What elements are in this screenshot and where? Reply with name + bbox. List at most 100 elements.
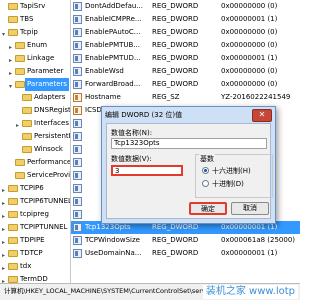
value-row[interactable]: EnableICMPRe... REG_DWORD 0x00000001 (1)	[71, 13, 300, 26]
tree-item[interactable]: ▸ TDPIPE	[0, 234, 70, 247]
tree-item[interactable]: ▸ Enum	[0, 39, 70, 52]
dword-value-icon	[73, 2, 82, 11]
dword-value-icon	[73, 80, 82, 89]
value-name: EnableWsd	[85, 67, 124, 75]
dword-value-icon	[73, 223, 82, 232]
value-data: 0x00000000 (0)	[221, 2, 278, 10]
value-name: EnableICMPRe...	[85, 15, 142, 23]
tree-item[interactable]: ▸ TCPIP6	[0, 182, 70, 195]
value-type: REG_DWORD	[152, 249, 199, 257]
value-data: 0x00000001 (1)	[221, 54, 278, 62]
tree-item[interactable]: ServiceProvider	[0, 169, 70, 182]
tree-item-label: Enum	[27, 41, 48, 49]
tree-item[interactable]: ▸ TCPIP6TUNNEL	[0, 195, 70, 208]
folder-icon	[8, 250, 18, 257]
ok-button[interactable]: 确定	[189, 202, 227, 215]
tree-item[interactable]: ▸ Linkage	[0, 52, 70, 65]
value-data: 0x00000000 (0)	[221, 67, 278, 75]
value-type: REG_DWORD	[152, 15, 199, 23]
value-type: REG_DWORD	[152, 28, 199, 36]
value-row[interactable]: ForwardBroad... REG_DWORD 0x00000000 (0)	[71, 78, 300, 91]
value-name: EnablePAutoC...	[85, 28, 141, 36]
value-row[interactable]: TCPWindowSize REG_DWORD 0x000061a8 (25000)	[71, 234, 300, 247]
value-row[interactable]: UseDomainNa... REG_DWORD 0x00000001 (1)	[71, 247, 300, 260]
tree-item-label: Winsock	[34, 145, 63, 153]
value-type: REG_DWORD	[152, 54, 199, 62]
dialog-title: 编辑 DWORD (32 位)值	[105, 111, 183, 119]
tree-item[interactable]: Winsock	[0, 143, 70, 156]
tree-item[interactable]: Performance	[0, 156, 70, 169]
tree-item-label: TCPIP6	[20, 184, 44, 192]
dec-radio[interactable]	[202, 180, 209, 187]
hex-radio[interactable]	[202, 167, 209, 174]
tree-item[interactable]: ▸ TDTCP	[0, 247, 70, 260]
folder-icon	[15, 42, 25, 49]
dword-value-icon	[73, 210, 82, 219]
tree-item[interactable]: PersistentRou	[0, 130, 70, 143]
tree-item[interactable]: ▸ Parameter	[0, 65, 70, 78]
dword-value-icon	[73, 67, 82, 76]
value-data: 0x00000001 (1)	[221, 249, 278, 257]
dword-value-icon	[73, 132, 82, 141]
tree-item-label: Tcpip	[20, 28, 38, 36]
tree-item-label: TCPIP6TUNNEL	[20, 197, 71, 205]
folder-icon	[22, 94, 32, 101]
value-data: 0x00000000 (0)	[221, 80, 278, 88]
tree-item[interactable]: ▾ Tcpip	[0, 26, 70, 39]
tree-item-label: tcpipreg	[20, 210, 49, 218]
tree-item-label: PersistentRou	[34, 132, 70, 140]
value-row[interactable]: EnablePMTUD... REG_DWORD 0x00000001 (1)	[71, 52, 300, 65]
value-row[interactable]: Hostname REG_SZ YZ-2016022241549	[71, 91, 300, 104]
tree-item-label: TapiSrv	[20, 2, 46, 10]
folder-icon	[8, 263, 18, 270]
cancel-button[interactable]: 取消	[231, 202, 269, 215]
folder-icon	[15, 159, 25, 166]
value-type: REG_DWORD	[152, 80, 199, 88]
value-type: REG_SZ	[152, 93, 180, 101]
folder-icon	[22, 133, 32, 140]
tree-item[interactable]: ▸ TCPIPTUNNEL	[0, 221, 70, 234]
folder-icon	[8, 224, 18, 231]
tree-item[interactable]: TBS	[0, 13, 70, 26]
value-name: ForwardBroad...	[85, 80, 141, 88]
tree-item[interactable]: ▸ tcpipreg	[0, 208, 70, 221]
folder-icon	[8, 29, 18, 36]
dec-label: 十进制(D)	[212, 180, 244, 188]
tree-item[interactable]: ▸ tdx	[0, 260, 70, 273]
tree-item[interactable]: DNSRegistere	[0, 104, 70, 117]
dword-value-icon	[73, 145, 82, 154]
tree-item[interactable]: ▸ Interfaces	[0, 117, 70, 130]
value-name: EnablePMTUB...	[85, 41, 140, 49]
folder-icon	[8, 3, 18, 10]
dialog-body: 数值名称(N): Tcp1323Opts 数值数据(V): 3 基数 十六进制(…	[106, 123, 273, 219]
tree-item[interactable]: ▾ Parameters	[0, 78, 70, 91]
dword-value-icon	[73, 236, 82, 245]
value-row[interactable]: EnablePMTUB... REG_DWORD 0x00000000 (0)	[71, 39, 300, 52]
close-button[interactable]: ✕	[252, 109, 272, 122]
tree-item-label: TDTCP	[20, 249, 43, 257]
tree-item-label: Parameters	[25, 78, 70, 91]
dword-value-icon	[73, 15, 82, 24]
base-label: 基数	[199, 154, 215, 164]
value-name: Hostname	[85, 93, 121, 101]
registry-tree[interactable]: TapiSrv TBS ▾ Tcpip ▸ Enum ▸ Linkage ▸ Parameter ▾…	[0, 0, 71, 284]
folder-icon	[8, 237, 18, 244]
value-row[interactable]: EnableWsd REG_DWORD 0x00000000 (0)	[71, 65, 300, 78]
dword-value-icon	[73, 197, 82, 206]
value-data-input[interactable]: 3	[111, 165, 183, 176]
value-data: YZ-2016022241549	[221, 93, 291, 101]
folder-icon	[8, 16, 18, 23]
value-row[interactable]: EnablePAutoC... REG_DWORD 0x00000000 (0)	[71, 26, 300, 39]
value-row[interactable]: DontAddDefau... REG_DWORD 0x00000000 (0)	[71, 0, 300, 13]
value-type: REG_DWORD	[152, 67, 199, 75]
base-group: 基数 十六进制(H) 十进制(D)	[195, 154, 273, 198]
hex-label: 十六进制(H)	[212, 167, 251, 175]
tree-item[interactable]: TapiSrv	[0, 0, 70, 13]
tree-item-label: Performance	[27, 158, 71, 166]
tree-item-label: TCPIPTUNNEL	[20, 223, 68, 231]
value-name: DontAddDefau...	[85, 2, 143, 10]
folder-icon	[22, 107, 32, 114]
value-data: 0x00000001 (1)	[221, 15, 278, 23]
value-data: 0x00000000 (0)	[221, 41, 278, 49]
tree-item[interactable]: Adapters	[0, 91, 70, 104]
